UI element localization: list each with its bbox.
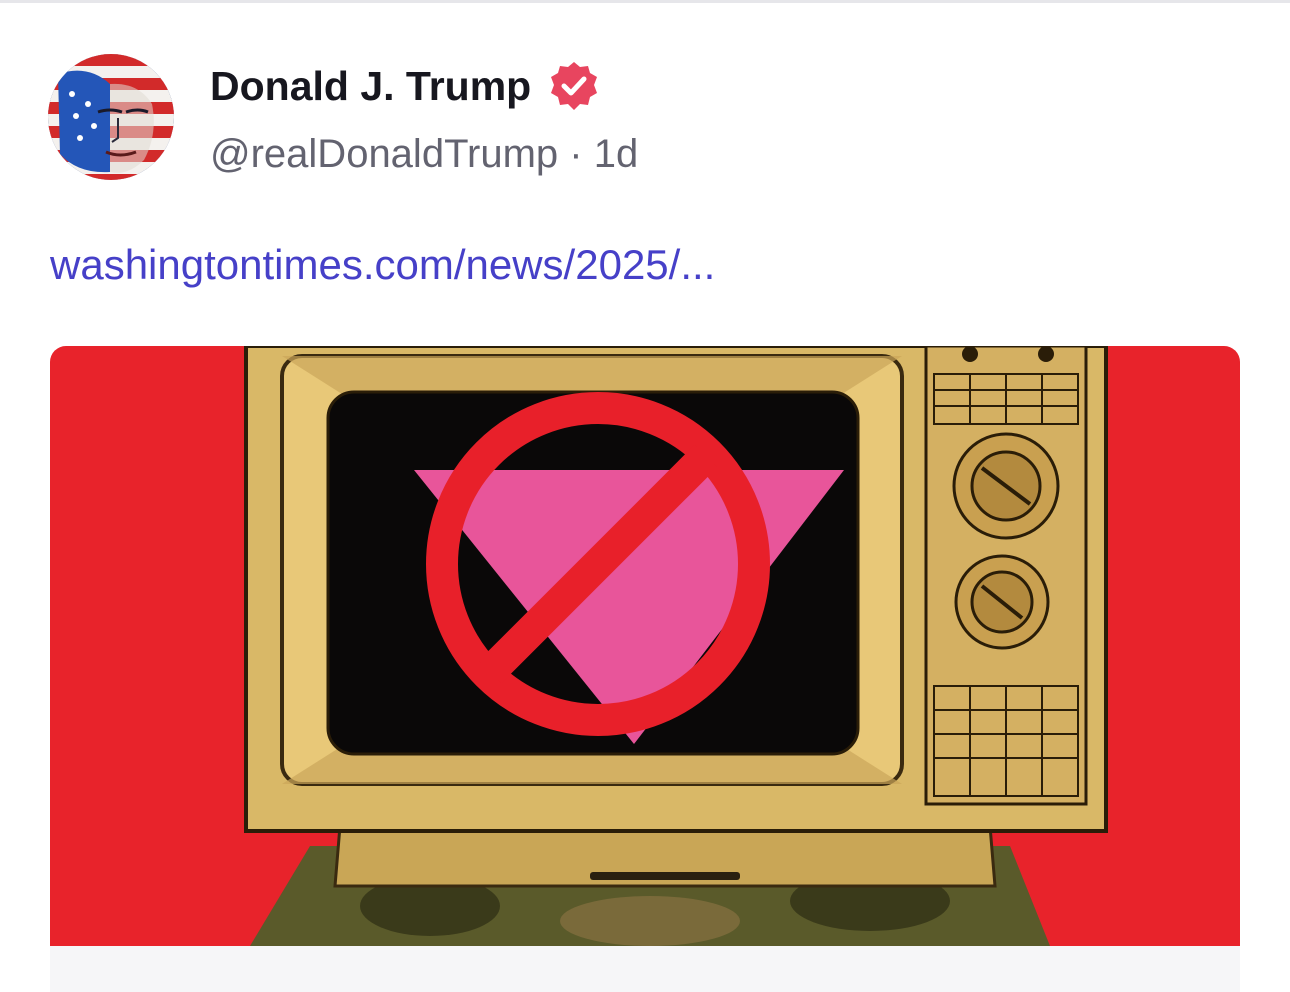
top-divider bbox=[0, 0, 1290, 3]
author-display-name[interactable]: Donald J. Trump bbox=[210, 62, 531, 110]
post-timestamp[interactable]: 1d bbox=[594, 132, 639, 176]
post-link[interactable]: washingtontimes.com/news/2025/... bbox=[50, 240, 715, 290]
tv-prohibited-pink-triangle-illustration-icon bbox=[50, 346, 1240, 946]
link-card-footer bbox=[50, 946, 1240, 992]
verified-badge-icon bbox=[551, 62, 597, 110]
link-preview-card[interactable] bbox=[50, 346, 1240, 992]
meta-separator: · bbox=[558, 132, 594, 176]
author-avatar[interactable] bbox=[48, 54, 174, 180]
author-handle[interactable]: @realDonaldTrump bbox=[210, 132, 558, 176]
flag-face-avatar-icon bbox=[48, 54, 174, 180]
author-meta-line: @realDonaldTrump · 1d bbox=[210, 130, 638, 178]
